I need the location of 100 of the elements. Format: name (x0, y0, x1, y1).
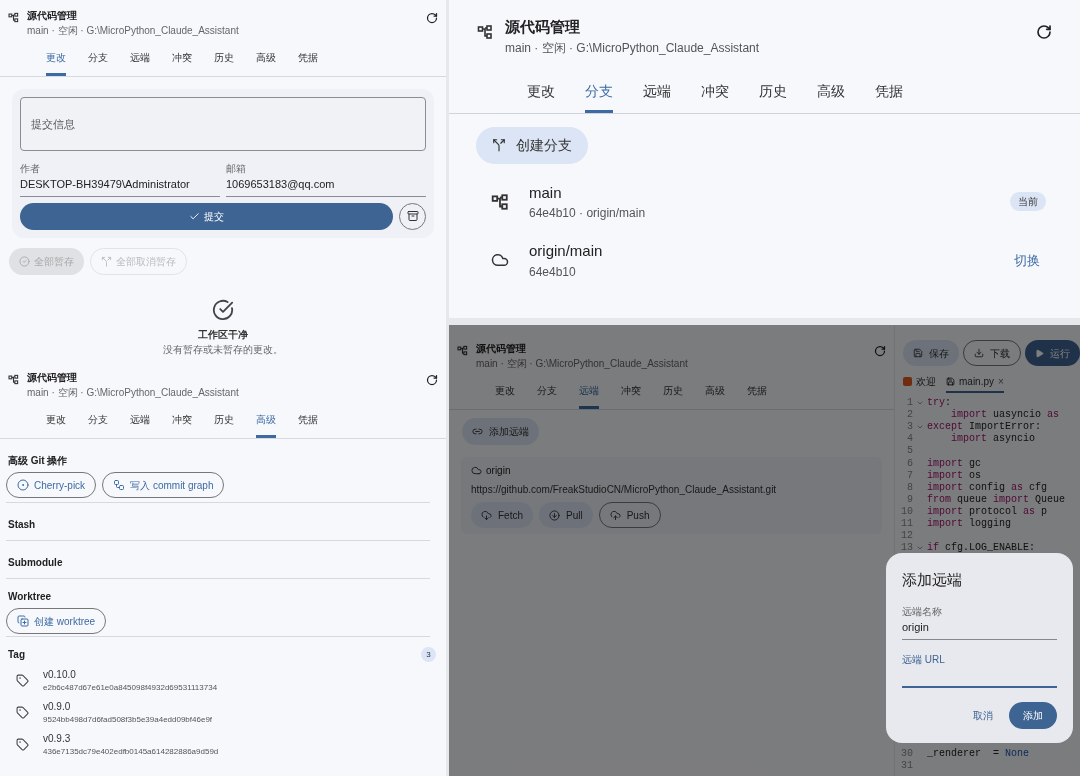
close-icon[interactable]: × (998, 374, 1004, 389)
code-line: if cfg.LOG_ENABLE: (927, 542, 1036, 555)
tab[interactable]: 凭据 (875, 76, 903, 113)
toolbar-button[interactable]: 保存 (903, 340, 959, 366)
code-line: import protocol as p (927, 505, 1048, 518)
code-line: try: (927, 397, 952, 409)
target-icon (17, 479, 29, 491)
code-line: import os (927, 469, 982, 482)
line-number: 4 (906, 433, 913, 446)
add-remote-button[interactable]: 添加远端 (462, 418, 539, 445)
app-icon (903, 377, 912, 386)
text-field[interactable]: 远端名称 origin (902, 603, 1057, 640)
copy-plus-icon (17, 615, 29, 627)
tab[interactable]: 分支 (585, 76, 613, 113)
switch-link[interactable]: 切换 (1014, 250, 1040, 270)
panel-title: 源代码管理 (476, 342, 527, 356)
tab[interactable]: 远端 (579, 379, 599, 409)
commit-button[interactable]: 提交 (20, 202, 393, 230)
text-field[interactable]: 作者 DESKTOP-BH39479\Administrator (20, 161, 220, 197)
line-number: 30 (900, 748, 913, 761)
toolbar-button[interactable]: 运行 (1025, 340, 1080, 366)
tab[interactable]: 凭据 (298, 46, 318, 76)
text-field[interactable]: 邮箱 1069653183@qq.com (226, 161, 426, 197)
editor-tab[interactable]: 欢迎 (903, 374, 936, 393)
tab[interactable]: 远端 (130, 408, 150, 438)
save-icon (913, 348, 923, 358)
line-number: 1 (906, 397, 913, 410)
arrow-down-circle-icon (549, 509, 560, 521)
code-line: import logging (927, 518, 1012, 530)
line-number: 10 (900, 505, 913, 518)
tab[interactable]: 远端 (130, 46, 150, 76)
split-arrow-icon (492, 138, 506, 152)
cancel-button[interactable]: 取消 (973, 707, 993, 723)
editor-tab[interactable]: main.py × (946, 374, 1004, 393)
remote-url: https://github.com/FreakStudioCN/MicroPython_Claude_Assistant.git (471, 483, 778, 497)
tab[interactable]: 远端 (643, 76, 671, 113)
tab[interactable]: 历史 (759, 76, 787, 113)
tab[interactable]: 高级 (817, 76, 845, 113)
create-branch-button[interactable]: 创建分支 (476, 126, 588, 164)
branch-name: origin/main (529, 241, 604, 261)
split-arrow-icon (101, 255, 112, 267)
tab[interactable]: 历史 (214, 46, 234, 76)
tab[interactable]: 历史 (663, 379, 683, 409)
branch-tree-icon (8, 12, 19, 23)
tab[interactable]: 凭据 (747, 379, 767, 409)
cloud-download-icon (481, 509, 492, 521)
check-circle-icon (19, 255, 30, 267)
tab[interactable]: 冲突 (701, 76, 729, 113)
refresh-button[interactable] (1036, 24, 1052, 40)
tab[interactable]: 分支 (88, 408, 108, 438)
tab[interactable]: 分支 (537, 379, 557, 409)
tab[interactable]: 凭据 (298, 408, 318, 438)
empty-title: 工作区干净 (198, 327, 248, 342)
tab[interactable]: 更改 (46, 46, 66, 76)
tab[interactable]: 历史 (214, 408, 234, 438)
tab[interactable]: 分支 (88, 46, 108, 76)
code-line: import config as cfg (927, 481, 1048, 494)
repo-status: main · 空闲 · G:\MicroPython_Claude_Assistant (27, 24, 240, 38)
file-icon (946, 377, 955, 386)
tag-hash: e2b6c487d67e61e0a845098f4932d69531113734 (43, 682, 218, 694)
repo-status: main · 空闲 · G:\MicroPython_Claude_Assistant (476, 357, 689, 371)
add-button[interactable]: 添加 (1009, 701, 1057, 729)
tab[interactable]: 冲突 (172, 408, 192, 438)
tab[interactable]: 高级 (256, 46, 276, 76)
section-title: Submodule (8, 557, 63, 568)
refresh-button[interactable] (426, 12, 438, 24)
branch-tree-icon (491, 192, 509, 211)
tab[interactable]: 更改 (46, 408, 66, 438)
tab-label: main.py (959, 375, 994, 389)
tab[interactable]: 更改 (527, 76, 555, 113)
current-badge: 当前 (1010, 192, 1046, 212)
tab[interactable]: 高级 (705, 379, 725, 409)
line-number: 2 (906, 409, 913, 422)
section-title: Stash (8, 519, 36, 530)
remote-action-button[interactable]: Pull (539, 502, 593, 528)
tag-icon (16, 738, 29, 751)
tag-icon (16, 674, 29, 687)
code-line: import uasyncio as (950, 409, 1060, 422)
tab[interactable]: 高级 (256, 408, 276, 438)
code-line: import gc (927, 457, 982, 470)
line-number: 12 (900, 530, 913, 543)
repo-status: main · 空闲 · G:\MicroPython_Claude_Assistant (505, 39, 761, 57)
tab[interactable]: 冲突 (172, 46, 192, 76)
code-line: from queue import Queue (927, 493, 1066, 506)
text-field[interactable]: 远端 URL (902, 651, 1057, 688)
refresh-button[interactable] (426, 374, 438, 386)
tag-name: v0.9.0 (43, 700, 72, 714)
check-circle-icon (212, 298, 234, 321)
tab[interactable]: 冲突 (621, 379, 641, 409)
commit-message-field[interactable]: 提交信息 (20, 97, 426, 151)
remote-action-button[interactable]: Fetch (471, 502, 533, 528)
tab[interactable]: 更改 (495, 379, 515, 409)
dialog-title: 添加远端 (902, 570, 963, 590)
branch-name: main (529, 182, 563, 203)
line-number: 31 (900, 760, 913, 773)
cloud-icon (471, 465, 482, 476)
panel-title: 源代码管理 (27, 371, 78, 385)
count-badge: 3 (421, 647, 436, 662)
line-number: 11 (900, 518, 913, 530)
section-title: Tag (8, 648, 26, 662)
